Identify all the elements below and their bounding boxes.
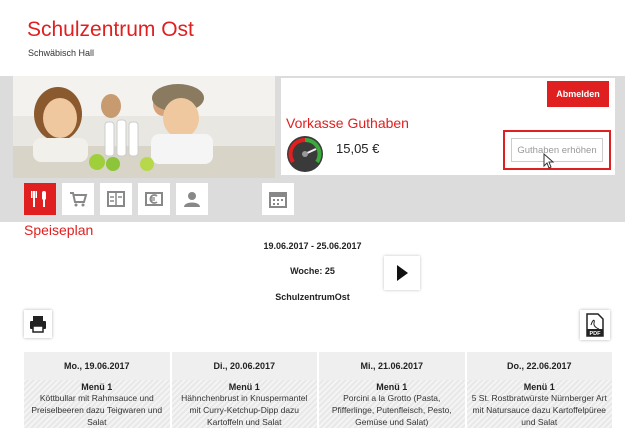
day-cell[interactable]: Menü 1 Köttbullar mit Rahmsauce und Prei… <box>24 380 170 428</box>
day-column: Mi., 21.06.2017 Menü 1 Porcini a la Grot… <box>319 352 465 428</box>
euro-icon <box>145 192 163 206</box>
school-name: SchulzentrumOst <box>275 292 350 302</box>
menu-description: Hähnchenbrust in Knuspermantel mit Curry… <box>181 393 308 427</box>
logout-button[interactable]: Abmelden <box>547 81 609 107</box>
main-nav <box>0 178 625 222</box>
cart-icon <box>70 192 88 207</box>
svg-text:PDF: PDF <box>590 331 602 337</box>
menu-label: Menü 1 <box>228 382 260 392</box>
nav-menu-card[interactable] <box>100 183 132 215</box>
week-range: 19.06.2017 - 25.06.2017 <box>263 241 362 251</box>
day-header: Mo., 19.06.2017 <box>24 352 170 380</box>
header: Schulzentrum Ost Schwäbisch Hall <box>0 0 625 76</box>
topup-highlight: Guthaben erhöhen <box>503 130 611 170</box>
menu-description: Porcini a la Grotto (Pasta, Pfifferlinge… <box>331 393 452 427</box>
menu-description: Köttbullar mit Rahmsauce und Preiselbeer… <box>31 393 163 427</box>
day-header: Mi., 21.06.2017 <box>319 352 465 380</box>
credit-panel: Vorkasse Guthaben 15,05 € Guthaben erhöh… <box>281 113 615 175</box>
menu-label: Menü 1 <box>376 382 408 392</box>
week-number: Woche: 25 <box>290 266 335 276</box>
day-cell[interactable]: Menü 1 Hähnchenbrust in Knuspermantel mi… <box>171 380 317 428</box>
menu-label: Menü 1 <box>81 382 113 392</box>
section-title: Speiseplan <box>24 222 94 238</box>
day-cell[interactable]: Menü 1 Porcini a la Grotto (Pasta, Pfiff… <box>319 380 465 428</box>
printer-icon <box>30 316 46 333</box>
day-column: Di., 20.06.2017 Menü 1 Hähnchenbrust in … <box>171 352 317 428</box>
day-header: Do., 22.06.2017 <box>466 352 612 380</box>
nav-profile[interactable] <box>176 183 208 215</box>
play-arrow-icon <box>397 265 408 281</box>
menu-card-icon <box>107 191 125 207</box>
user-icon <box>184 192 200 207</box>
site-subtitle: Schwäbisch Hall <box>28 48 95 58</box>
pdf-button[interactable]: PDF <box>580 310 610 340</box>
calendar-icon <box>269 192 287 208</box>
cutlery-icon <box>31 191 46 207</box>
account-bar: Abmelden <box>281 78 615 114</box>
credit-title: Vorkasse Guthaben <box>286 115 409 131</box>
day-header: Di., 20.06.2017 <box>171 352 317 380</box>
site-title[interactable]: Schulzentrum Ost <box>27 18 194 42</box>
nav-calendar[interactable] <box>262 183 294 215</box>
topup-button[interactable]: Guthaben erhöhen <box>511 138 603 162</box>
day-column: Do., 22.06.2017 Menü 1 5 St. Rostbratwür… <box>466 352 612 428</box>
nav-meals[interactable] <box>24 183 56 215</box>
next-week-button[interactable] <box>384 256 420 290</box>
credit-amount: 15,05 € <box>336 141 380 156</box>
print-button[interactable] <box>24 310 52 338</box>
pdf-icon: PDF <box>586 313 604 337</box>
gauge-icon <box>286 135 324 173</box>
nav-cart[interactable] <box>62 183 94 215</box>
mouse-cursor-icon <box>543 152 555 169</box>
nav-payment[interactable] <box>138 183 170 215</box>
menu-label: Menü 1 <box>523 382 555 392</box>
menu-table: Mo., 19.06.2017 Menü 1 Köttbullar mit Ra… <box>24 352 612 428</box>
menu-description: 5 St. Rostbratwürste Nürnberger Art mit … <box>471 393 607 427</box>
header-photo <box>13 76 275 178</box>
day-column: Mo., 19.06.2017 Menü 1 Köttbullar mit Ra… <box>24 352 170 428</box>
day-cell[interactable]: Menü 1 5 St. Rostbratwürste Nürnberger A… <box>466 380 612 428</box>
